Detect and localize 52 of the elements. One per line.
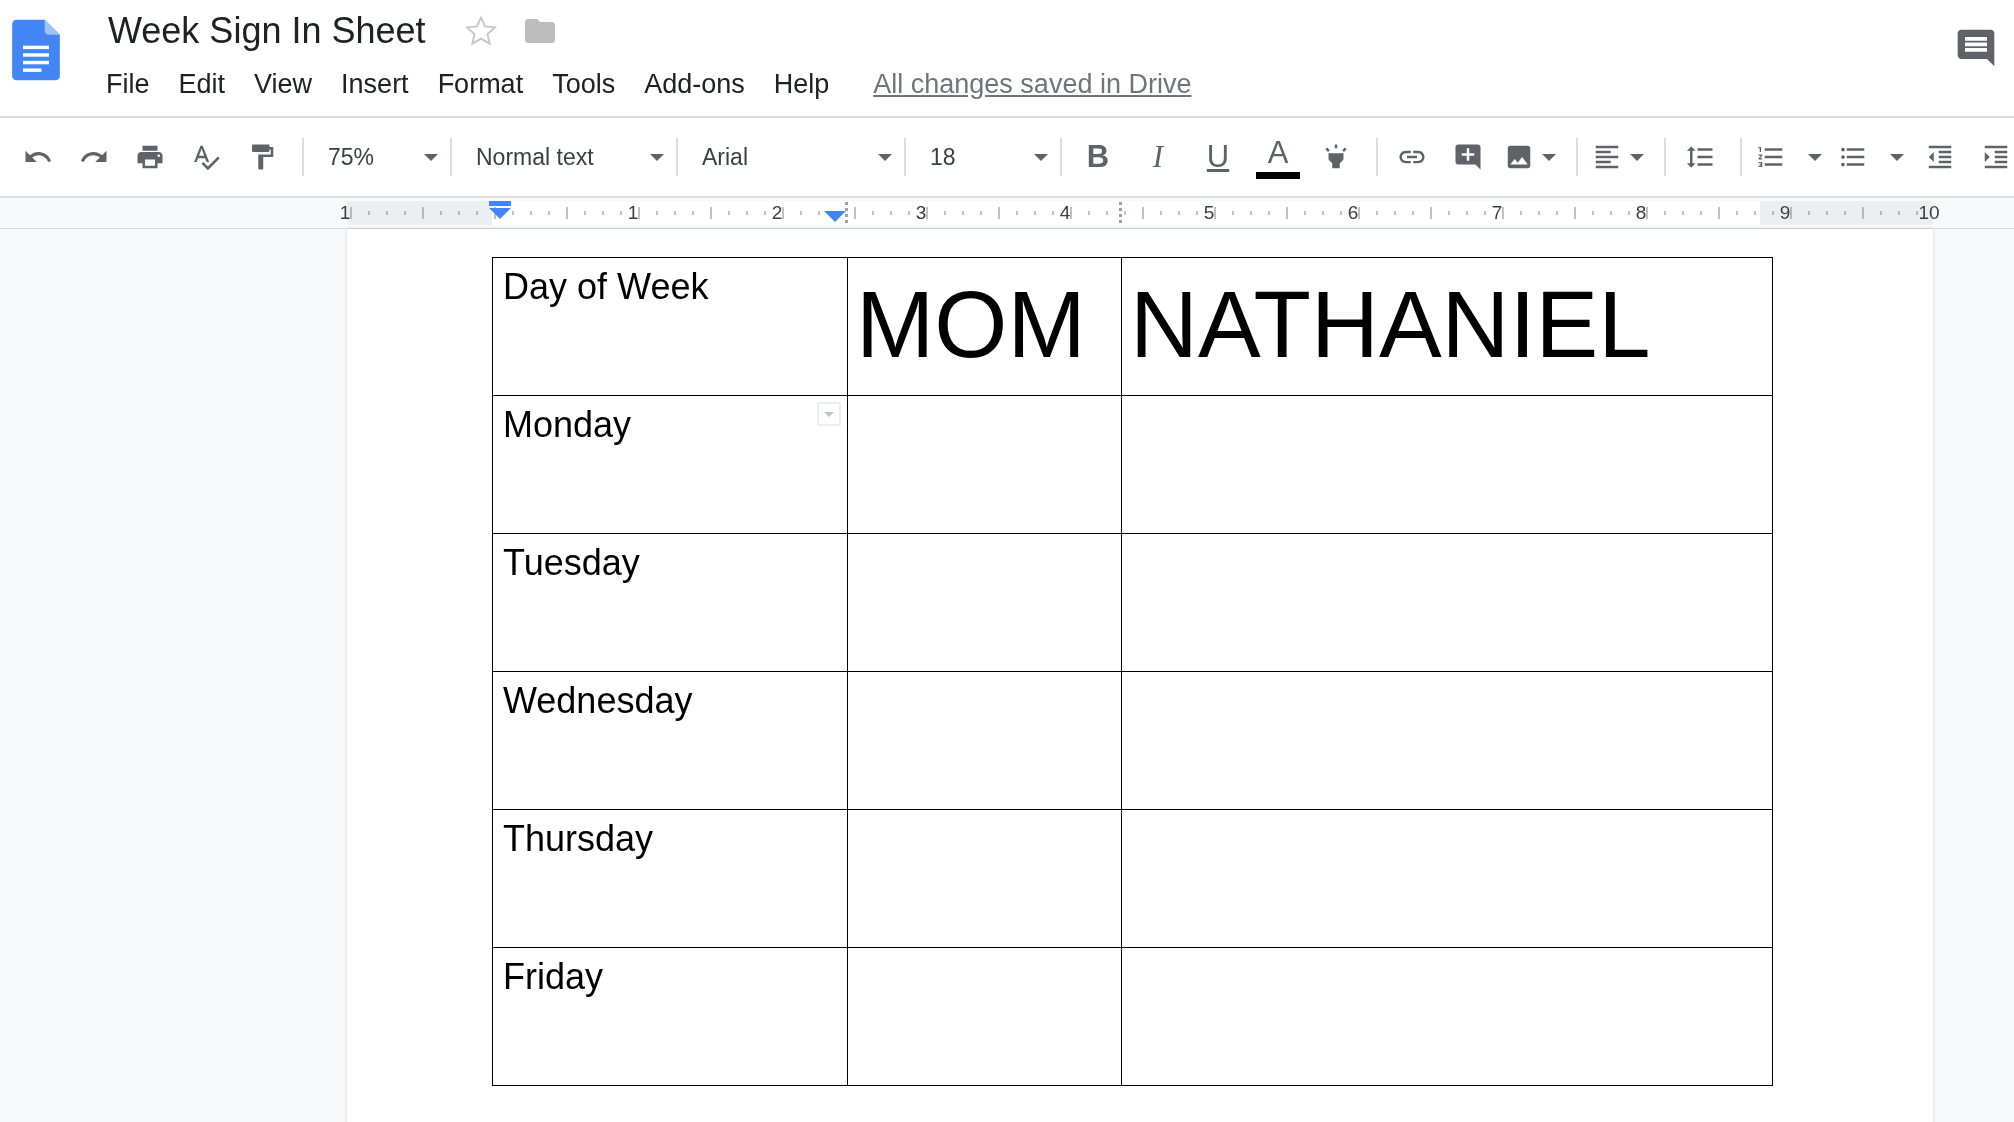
bold-button[interactable]: B xyxy=(1076,132,1120,182)
menu-item[interactable]: Add-ons xyxy=(644,68,745,100)
caret-icon xyxy=(1542,153,1556,161)
ruler-number: 6 xyxy=(1347,202,1359,223)
ruler-number: 9 xyxy=(1779,202,1791,223)
ruler-number: 1 xyxy=(627,202,639,223)
zoom-dropdown[interactable]: 75% xyxy=(318,135,446,179)
menu-item[interactable]: View xyxy=(254,68,313,100)
column-marker[interactable] xyxy=(845,202,848,223)
column-heading: MOM xyxy=(847,257,1122,396)
caret-icon xyxy=(878,153,892,161)
caret-icon xyxy=(1630,153,1644,161)
ruler-number: 7 xyxy=(1491,202,1503,223)
star-icon[interactable] xyxy=(463,14,498,48)
caret-icon xyxy=(424,153,438,161)
ruler-number: 8 xyxy=(1635,202,1647,223)
ruler-number: 1 xyxy=(339,202,351,223)
menu-item[interactable]: Insert xyxy=(341,68,409,100)
ruler-number: 5 xyxy=(1203,202,1215,223)
menu-item[interactable]: Help xyxy=(773,68,830,100)
column-heading: NATHANIEL xyxy=(1121,257,1773,396)
font-size-dropdown[interactable]: 18 xyxy=(920,135,1056,179)
caret-icon xyxy=(1808,153,1822,161)
table-cell: Friday xyxy=(492,947,848,1086)
caret-icon xyxy=(1890,153,1904,161)
italic-button[interactable]: I xyxy=(1136,132,1180,182)
add-comment-icon xyxy=(1453,142,1483,172)
ruler-number: 2 xyxy=(771,202,783,223)
table-cell: Wednesday xyxy=(492,671,848,810)
ruler-number: 4 xyxy=(1059,202,1071,223)
caret-icon xyxy=(1034,153,1048,161)
table-cell: Tuesday xyxy=(492,533,848,672)
document-title[interactable]: Week Sign In Sheet xyxy=(108,10,426,52)
menu-item[interactable]: Tools xyxy=(552,68,616,100)
font-dropdown[interactable]: Arial xyxy=(692,135,900,179)
style-dropdown[interactable]: Normal text xyxy=(466,135,672,179)
menu-item[interactable]: Format xyxy=(437,68,524,100)
right-indent-marker[interactable] xyxy=(824,211,846,222)
ruler-number: 10 xyxy=(1918,202,1940,223)
table-cell: Monday xyxy=(492,395,848,534)
ruler-number: 3 xyxy=(915,202,927,223)
save-status-link[interactable]: All changes saved in Drive xyxy=(873,68,1192,100)
menu-item[interactable]: File xyxy=(106,68,150,100)
caret-icon xyxy=(650,153,664,161)
table-cell: Thursday xyxy=(492,809,848,948)
first-line-indent-marker[interactable] xyxy=(489,201,511,206)
text-color-button[interactable]: A xyxy=(1256,132,1300,182)
left-indent-marker[interactable] xyxy=(489,208,511,219)
underline-button[interactable]: U xyxy=(1196,132,1240,182)
table-cell: Day of Week xyxy=(492,257,848,396)
menu-item[interactable]: Edit xyxy=(178,68,226,100)
column-marker[interactable] xyxy=(1119,202,1122,223)
